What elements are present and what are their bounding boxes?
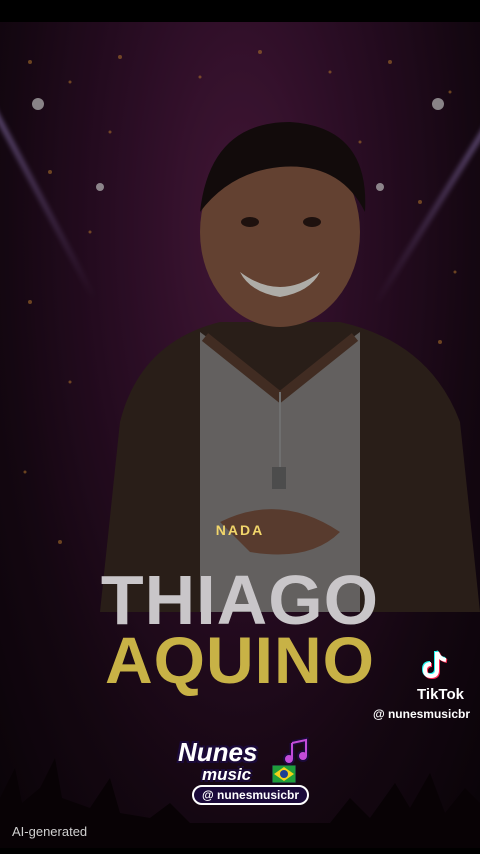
brazil-flag-icon	[272, 765, 296, 783]
tiktok-watermark: TikTok @ nunesmusicbr	[360, 648, 470, 721]
channel-badge: Nunes music @ nunesmusicbr	[170, 735, 315, 805]
badge-line1: Nunes	[178, 737, 258, 767]
ai-generated-label: AI-generated	[12, 824, 88, 839]
video-dim-overlay	[0, 22, 480, 848]
video-frame[interactable]	[0, 22, 480, 848]
tiktok-handle: @ nunesmusicbr	[372, 707, 470, 721]
music-note-icon	[283, 737, 309, 765]
tiktok-logo-icon	[421, 650, 448, 680]
lyric-caption: NADA	[215, 522, 265, 538]
tiktok-name: TikTok	[417, 686, 464, 703]
badge-handle: @ nunesmusicbr	[192, 785, 310, 805]
badge-line2: music	[202, 765, 252, 784]
